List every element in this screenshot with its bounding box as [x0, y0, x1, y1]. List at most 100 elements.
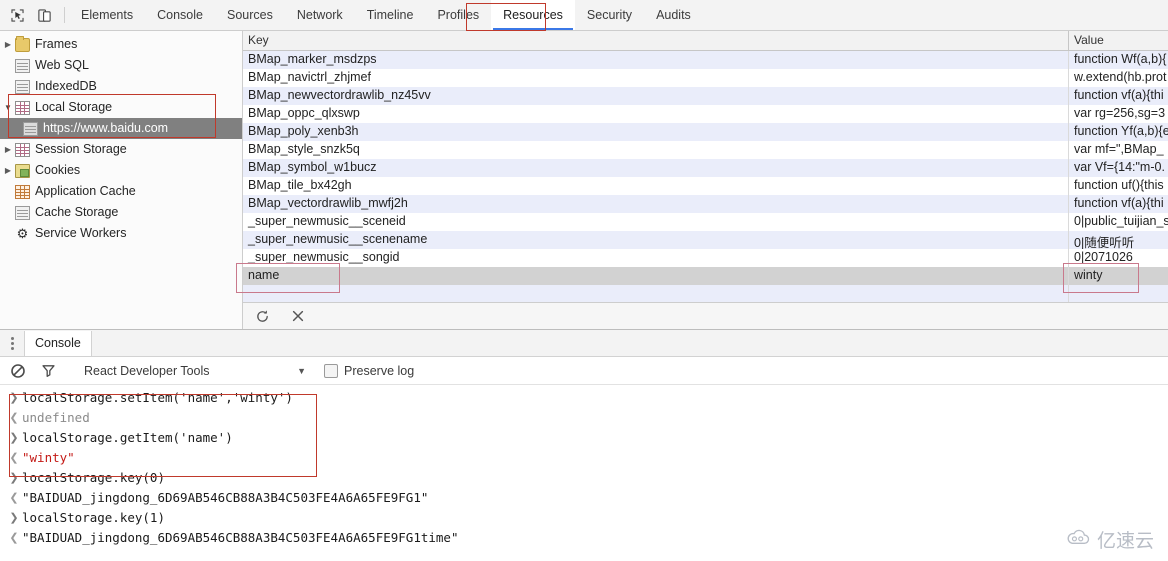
drawer-tab-console[interactable]: Console: [24, 330, 92, 356]
chevron-right-icon[interactable]: ▶: [2, 40, 14, 49]
table-row[interactable]: BMap_style_snzk5q var mf=",BMap_: [243, 141, 1168, 159]
sidebar-item-session-storage[interactable]: ▶ Session Storage: [0, 139, 242, 160]
cookie-icon: [14, 163, 31, 178]
cell-key: BMap_oppc_qlxswp: [243, 105, 1069, 123]
local-storage-table: Key Value BMap_marker_msdzps function Wf…: [243, 31, 1168, 302]
cell-key: BMap_vectordrawlib_mwfj2h: [243, 195, 1069, 213]
watermark: 亿速云: [1065, 526, 1154, 553]
appcache-icon: [14, 184, 31, 199]
sidebar-item-label: Service Workers: [35, 226, 127, 240]
sidebar-item-frames[interactable]: ▶ Frames: [0, 34, 242, 55]
tab-sources[interactable]: Sources: [215, 0, 285, 30]
cell-key: [243, 285, 1069, 302]
table-row[interactable]: BMap_marker_msdzps function Wf(a,b){: [243, 51, 1168, 69]
clear-console-icon[interactable]: [8, 361, 28, 381]
tab-label: Profiles: [437, 8, 480, 22]
console-input-line[interactable]: ❯ localStorage.setItem('name','winty'): [0, 387, 1168, 407]
console-drawer: Console React Developer Tools ▼ Preserve…: [0, 329, 1168, 560]
console-output-line: ❮ "winty": [0, 447, 1168, 467]
execution-context-select[interactable]: React Developer Tools ▼: [84, 364, 306, 378]
preserve-log-toggle[interactable]: Preserve log: [324, 363, 415, 378]
cell-key: _super_newmusic__scenename: [243, 231, 1069, 249]
tab-profiles[interactable]: Profiles: [425, 0, 491, 30]
preserve-log-label: Preserve log: [344, 363, 415, 378]
cell-key: BMap_tile_bx42gh: [243, 177, 1069, 195]
table-row[interactable]: _super_newmusic__scenename 0|随便听听: [243, 231, 1168, 249]
console-line-text: localStorage.key(0): [22, 469, 165, 485]
sidebar-item-web-sql[interactable]: Web SQL: [0, 55, 242, 76]
sidebar-item-baidu-origin[interactable]: https://www.baidu.com: [0, 118, 242, 139]
console-input-line[interactable]: ❯ localStorage.key(0): [0, 467, 1168, 487]
sidebar-item-application-cache[interactable]: Application Cache: [0, 181, 242, 202]
local-storage-table-container: Key Value BMap_marker_msdzps function Wf…: [243, 31, 1168, 329]
sidebar-item-cookies[interactable]: ▶ Cookies: [0, 160, 242, 181]
cell-value: function vf(a){thi: [1074, 88, 1164, 102]
column-header-value[interactable]: Value: [1069, 31, 1168, 50]
console-output-marker: ❮: [9, 451, 19, 464]
kebab-menu-icon[interactable]: [0, 336, 24, 350]
console-input-line[interactable]: ❯ localStorage.key(1): [0, 507, 1168, 527]
table-row[interactable]: BMap_newvectordrawlib_nz45vv function vf…: [243, 87, 1168, 105]
cell-key: BMap_marker_msdzps: [243, 51, 1069, 69]
console-log[interactable]: ❯ localStorage.setItem('name','winty') ❮…: [0, 385, 1168, 560]
chevron-right-icon[interactable]: ▶: [2, 166, 14, 175]
tab-security[interactable]: Security: [575, 0, 644, 30]
console-input-line[interactable]: ❯ localStorage.getItem('name'): [0, 427, 1168, 447]
cell-key: BMap_newvectordrawlib_nz45vv: [243, 87, 1069, 105]
sidebar-item-service-workers[interactable]: ⚙ Service Workers: [0, 223, 242, 244]
table-row[interactable]: _super_newmusic__sceneid 0|public_tuijia…: [243, 213, 1168, 231]
storage-table-footer: [243, 302, 1168, 329]
table-row[interactable]: BMap_navictrl_zhjmef w.extend(hb.prot: [243, 69, 1168, 87]
grid-icon: [14, 142, 31, 157]
clear-icon[interactable]: [289, 307, 307, 325]
table-row[interactable]: BMap_vectordrawlib_mwfj2h function vf(a)…: [243, 195, 1168, 213]
refresh-icon[interactable]: [253, 307, 271, 325]
sidebar-item-local-storage[interactable]: ▼ Local Storage: [0, 97, 242, 118]
table-row-empty[interactable]: [243, 285, 1168, 302]
cell-value: function vf(a){thi: [1074, 196, 1164, 210]
checkbox-icon[interactable]: [324, 363, 338, 378]
table-row-selected[interactable]: name winty: [243, 267, 1168, 285]
sidebar-item-label: https://www.baidu.com: [43, 121, 169, 135]
column-header-key[interactable]: Key: [243, 31, 1069, 50]
tab-network[interactable]: Network: [285, 0, 355, 30]
tab-console[interactable]: Console: [145, 0, 215, 30]
devtools-tabbar: Elements Console Sources Network Timelin…: [0, 0, 1168, 31]
tab-label: Network: [296, 8, 343, 22]
device-toolbar-icon[interactable]: [35, 6, 54, 25]
console-input-marker: ❯: [9, 431, 19, 444]
chevron-down-icon[interactable]: ▼: [297, 366, 306, 376]
tab-label: Resources: [503, 8, 563, 22]
database-icon: [14, 205, 31, 220]
cell-key: BMap_navictrl_zhjmef: [243, 69, 1069, 87]
drawer-tab-label: Console: [35, 336, 81, 350]
inspect-cursor-icon[interactable]: [8, 6, 27, 25]
filter-icon[interactable]: [38, 361, 58, 381]
cell-value: 0|2071026: [1074, 250, 1133, 264]
table-row[interactable]: BMap_oppc_qlxswp var rg=256,sg=3: [243, 105, 1168, 123]
table-row[interactable]: BMap_tile_bx42gh function uf(){this: [243, 177, 1168, 195]
chevron-right-icon[interactable]: ▶: [2, 145, 14, 154]
table-row[interactable]: BMap_poly_xenb3h function Yf(a,b){e: [243, 123, 1168, 141]
cell-key: name: [243, 267, 1069, 285]
toolbar-divider: [64, 7, 65, 23]
sidebar-item-indexeddb[interactable]: IndexedDB: [0, 76, 242, 97]
chevron-down-icon[interactable]: ▼: [2, 103, 14, 112]
tab-timeline[interactable]: Timeline: [355, 0, 426, 30]
table-row[interactable]: BMap_symbol_w1bucz var Vf={14:"m-0.: [243, 159, 1168, 177]
tab-resources[interactable]: Resources: [491, 0, 575, 30]
tab-label: Timeline: [366, 8, 414, 22]
cell-value: function Wf(a,b){: [1074, 52, 1167, 66]
cell-key: _super_newmusic__songid: [243, 249, 1069, 267]
tab-label: Security: [586, 8, 633, 22]
tab-label: Console: [157, 8, 203, 22]
table-row[interactable]: _super_newmusic__songid 0|2071026: [243, 249, 1168, 267]
drawer-tabbar: Console: [0, 330, 1168, 357]
execution-context-label: React Developer Tools: [84, 363, 210, 378]
sidebar-item-label: Web SQL: [35, 58, 89, 72]
devtools-tool-icons: [0, 0, 60, 30]
tab-audits[interactable]: Audits: [644, 0, 703, 30]
sidebar-item-cache-storage[interactable]: Cache Storage: [0, 202, 242, 223]
console-output-line: ❮ "BAIDUAD_jingdong_6D69AB546CB88A3B4C50…: [0, 527, 1168, 547]
tab-elements[interactable]: Elements: [69, 0, 145, 30]
